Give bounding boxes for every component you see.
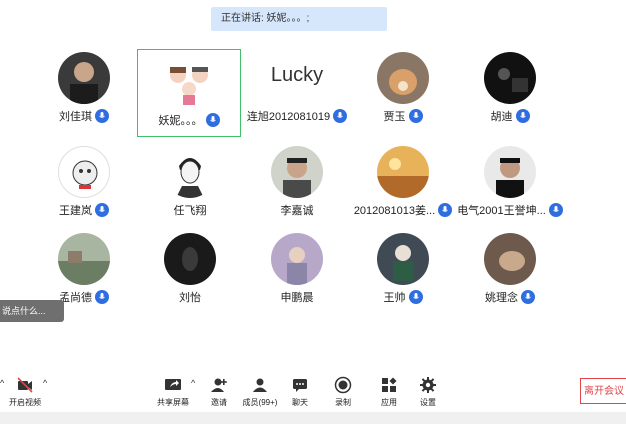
avatar bbox=[271, 146, 323, 198]
avatar bbox=[377, 52, 429, 104]
participant-name: 2012081013姜... bbox=[353, 205, 436, 217]
avatar bbox=[164, 146, 216, 198]
record-icon bbox=[334, 376, 352, 394]
apps-label: 应用 bbox=[381, 398, 397, 407]
participant-tile[interactable]: 胡迪 bbox=[458, 46, 562, 134]
microphone-icon bbox=[521, 290, 535, 304]
participant-name: 电气2001王誉坤... bbox=[457, 205, 546, 217]
avatar bbox=[58, 146, 110, 198]
chevron-up-icon[interactable]: ^ bbox=[43, 378, 47, 388]
invite-button[interactable]: 邀请 bbox=[198, 376, 240, 410]
participant-name: 胡迪 bbox=[490, 111, 513, 123]
microphone-icon bbox=[95, 203, 109, 217]
chat-preview-tab[interactable]: 说点什么... bbox=[0, 300, 64, 322]
share-screen-button[interactable]: 共享屏幕 bbox=[152, 376, 194, 410]
chat-icon bbox=[293, 379, 307, 392]
microphone-icon bbox=[333, 109, 348, 123]
participant-tile[interactable]: 王帅 bbox=[351, 227, 455, 315]
apps-icon bbox=[382, 377, 397, 392]
participant-name: 申鹏晨 bbox=[280, 292, 314, 304]
participant-tile[interactable]: 刘佳琪 bbox=[32, 46, 136, 134]
avatar bbox=[484, 52, 536, 104]
share-screen-label: 共享屏幕 bbox=[157, 398, 189, 407]
apps-button[interactable]: 应用 bbox=[368, 376, 410, 410]
participant-name: 刘佳琪 bbox=[59, 111, 92, 123]
microphone-icon bbox=[408, 290, 423, 304]
participant-tile[interactable]: Lucky 连旭2012081019 bbox=[245, 46, 349, 134]
microphone-icon bbox=[515, 109, 530, 123]
avatar bbox=[58, 233, 110, 285]
avatar bbox=[164, 233, 216, 285]
settings-label: 设置 bbox=[420, 398, 436, 407]
participant-tile[interactable]: 李嘉诚 bbox=[245, 140, 349, 228]
participant-tile[interactable]: 刘怡 bbox=[138, 227, 242, 315]
microphone-icon bbox=[205, 113, 220, 127]
gear-icon bbox=[420, 377, 436, 393]
speaking-indicator: 正在讲话: 妖妮。。。; bbox=[211, 7, 387, 31]
add-person-icon bbox=[211, 378, 227, 392]
participant-tile-active[interactable]: 妖妮。。。 bbox=[137, 49, 241, 137]
chevron-up-icon[interactable]: ^ bbox=[191, 378, 195, 388]
record-label: 录制 bbox=[335, 398, 351, 407]
avatar-text: Lucky bbox=[270, 64, 324, 86]
participant-name: 李嘉诚 bbox=[280, 205, 314, 217]
meeting-toolbar: ^ 开启视频 ^ 共享屏幕 ^ 邀请 成员(99+) 聊天 录制 应用 设置 bbox=[0, 370, 626, 412]
participant-tile[interactable]: 姚理念 bbox=[458, 227, 562, 315]
participant-name: 妖妮。。。 bbox=[158, 115, 203, 127]
chat-button[interactable]: 聊天 bbox=[279, 376, 321, 410]
participant-tile[interactable]: 王建岚 bbox=[32, 140, 136, 228]
settings-button[interactable]: 设置 bbox=[407, 376, 449, 410]
bottom-strip bbox=[0, 412, 626, 424]
microphone-icon bbox=[548, 203, 563, 217]
participant-tile[interactable]: 贾玉 bbox=[351, 46, 455, 134]
participant-tile[interactable]: 电气2001王誉坤... bbox=[457, 140, 563, 228]
avatar bbox=[58, 52, 110, 104]
members-label: 成员(99+) bbox=[242, 398, 278, 407]
members-icon bbox=[253, 378, 267, 392]
participant-name: 王帅 bbox=[383, 292, 406, 304]
microphone-icon bbox=[438, 203, 453, 217]
participant-name: 任飞翔 bbox=[173, 205, 207, 217]
invite-label: 邀请 bbox=[211, 398, 227, 407]
microphone-icon bbox=[408, 109, 423, 123]
record-button[interactable]: 录制 bbox=[322, 376, 364, 410]
avatar bbox=[271, 233, 323, 285]
avatar bbox=[377, 233, 429, 285]
participant-name: 刘怡 bbox=[179, 292, 201, 304]
video-off-icon bbox=[17, 377, 33, 393]
participant-name: 王建岚 bbox=[59, 205, 92, 217]
participant-name: 贾玉 bbox=[383, 111, 406, 123]
members-button[interactable]: 成员(99+) bbox=[239, 376, 281, 410]
avatar bbox=[163, 55, 215, 107]
chat-preview-text: 说点什么... bbox=[2, 306, 46, 316]
chat-label: 聊天 bbox=[292, 398, 308, 407]
participant-name: 姚理念 bbox=[485, 292, 518, 304]
participant-tile[interactable]: 2012081013姜... bbox=[351, 140, 455, 228]
participant-tile[interactable]: 任飞翔 bbox=[138, 140, 242, 228]
microphone-icon bbox=[95, 109, 109, 123]
participant-name: 连旭2012081019 bbox=[246, 111, 331, 123]
microphone-icon bbox=[95, 290, 109, 304]
avatar bbox=[377, 146, 429, 198]
video-button[interactable]: 开启视频 bbox=[4, 376, 46, 410]
avatar bbox=[484, 146, 536, 198]
participant-tile[interactable]: 申鹏晨 bbox=[245, 227, 349, 315]
video-label: 开启视频 bbox=[9, 398, 41, 407]
avatar bbox=[484, 233, 536, 285]
share-screen-icon bbox=[165, 379, 181, 390]
leave-meeting-button[interactable]: 离开会议 bbox=[580, 378, 626, 404]
